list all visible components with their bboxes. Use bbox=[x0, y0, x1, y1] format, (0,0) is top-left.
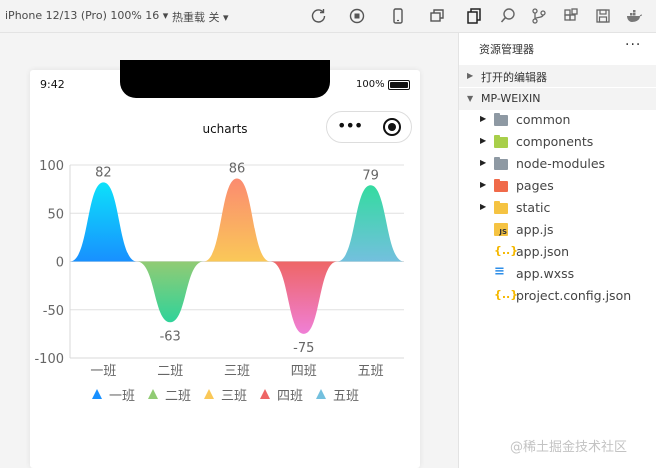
toolbar: iPhone 12/13 (Pro) 100% 16 ▾ 热重载 关 ▾ bbox=[0, 0, 656, 33]
project-section[interactable]: ▼ MP-WEIXIN bbox=[459, 88, 656, 110]
area-mark bbox=[203, 178, 271, 262]
legend-triangle-icon bbox=[316, 389, 326, 399]
extensions-icon[interactable] bbox=[562, 7, 580, 25]
x-tick-label: 四班 bbox=[291, 364, 317, 379]
legend-label: 五班 bbox=[333, 388, 360, 404]
save-icon[interactable] bbox=[594, 7, 612, 25]
y-tick-label: 100 bbox=[39, 159, 64, 174]
file-tree-label: pages bbox=[516, 178, 554, 193]
docker-icon[interactable] bbox=[625, 7, 643, 25]
legend-triangle-icon bbox=[204, 389, 214, 399]
js-file-icon: JS bbox=[494, 223, 508, 236]
file-tree-item[interactable]: ▶ pages bbox=[459, 175, 656, 197]
watermark: @稀土掘金技术社区 bbox=[510, 440, 628, 455]
file-tree-item[interactable]: {..} app.json bbox=[459, 241, 656, 263]
legend-label: 二班 bbox=[165, 388, 192, 404]
file-tree-item[interactable]: JS app.js bbox=[459, 219, 656, 241]
file-tree-item[interactable]: ▶ components bbox=[459, 131, 656, 153]
status-time: 9:42 bbox=[40, 78, 65, 91]
legend-label: 三班 bbox=[221, 388, 248, 404]
file-tree-label: common bbox=[516, 112, 571, 127]
file-tree-label: app.json bbox=[516, 244, 570, 259]
device-select[interactable]: iPhone 12/13 (Pro) 100% 16 ▾ bbox=[5, 9, 168, 22]
folder-icon bbox=[494, 135, 508, 148]
area-mark bbox=[270, 261, 338, 334]
file-tree-label: app.wxss bbox=[516, 266, 575, 281]
legend-item[interactable]: 四班 bbox=[260, 386, 304, 404]
chevron-down-icon: ▼ bbox=[467, 94, 474, 103]
legend-item[interactable]: 一班 bbox=[92, 386, 136, 404]
file-tree-item[interactable]: ▶ node-modules bbox=[459, 153, 656, 175]
y-tick-label: -100 bbox=[34, 352, 64, 367]
file-tree-item[interactable]: ▶ common bbox=[459, 109, 656, 131]
legend-item[interactable]: 三班 bbox=[204, 386, 248, 404]
area-mark bbox=[337, 185, 404, 262]
hot-reload-select[interactable]: 热重载 关 ▾ bbox=[172, 9, 229, 25]
search-icon[interactable] bbox=[499, 7, 517, 25]
legend-label: 四班 bbox=[277, 388, 304, 404]
file-tree-label: project.config.json bbox=[516, 288, 632, 303]
files-icon[interactable] bbox=[465, 7, 483, 25]
legend-triangle-icon bbox=[148, 389, 158, 399]
legend-label: 一班 bbox=[109, 388, 136, 404]
capsule-menu[interactable]: ••• bbox=[326, 111, 412, 143]
phone-icon[interactable] bbox=[389, 7, 407, 25]
more-dots-icon[interactable]: ••• bbox=[337, 116, 363, 135]
file-tree-label: components bbox=[516, 134, 594, 149]
area-chart: 100 50 0 -50 -100 82 一班 -63 二班 86 三班 -75 四班 79 五班 bbox=[34, 159, 404, 379]
file-tree-item[interactable]: {..} project.config.json bbox=[459, 285, 656, 307]
legend-item[interactable]: 五班 bbox=[316, 386, 360, 404]
stop-icon[interactable] bbox=[348, 7, 366, 25]
file-tree-item[interactable]: ▶ static bbox=[459, 197, 656, 219]
battery-percent: 100% bbox=[356, 79, 385, 90]
y-tick-label: 50 bbox=[47, 207, 64, 222]
explorer-panel: 资源管理器 ··· ▶ 打开的编辑器 ▼ MP-WEIXIN ▶ common ▶ c… bbox=[458, 33, 656, 468]
refresh-icon[interactable] bbox=[310, 7, 328, 25]
battery-icon bbox=[388, 80, 410, 90]
json-file-icon: {..} bbox=[494, 244, 519, 257]
folder-icon bbox=[494, 201, 508, 214]
legend-item[interactable]: 二班 bbox=[148, 386, 192, 404]
chevron-right-icon: ▶ bbox=[467, 71, 474, 80]
y-tick-label: -50 bbox=[43, 304, 64, 319]
area-mark bbox=[136, 261, 204, 323]
branch-icon[interactable] bbox=[530, 7, 548, 25]
file-tree-label: app.js bbox=[516, 222, 554, 237]
y-tick-label: 0 bbox=[56, 256, 64, 271]
x-tick-label: 五班 bbox=[358, 364, 384, 379]
area-mark bbox=[70, 182, 137, 262]
more-actions-icon[interactable]: ··· bbox=[625, 37, 641, 53]
folder-icon bbox=[494, 157, 508, 170]
folder-icon bbox=[494, 113, 508, 126]
data-label: -75 bbox=[293, 341, 314, 356]
phone-notch bbox=[120, 60, 330, 98]
file-tree-label: static bbox=[516, 200, 551, 215]
data-label: 82 bbox=[95, 165, 112, 180]
windows-icon[interactable] bbox=[428, 7, 446, 25]
data-label: -63 bbox=[160, 329, 181, 344]
data-label: 86 bbox=[229, 162, 246, 177]
open-editors-section[interactable]: ▶ 打开的编辑器 bbox=[459, 65, 656, 87]
explorer-title: 资源管理器 bbox=[479, 43, 534, 56]
chevron-right-icon[interactable]: ▶ bbox=[480, 114, 486, 123]
chevron-right-icon[interactable]: ▶ bbox=[480, 180, 486, 189]
folder-icon bbox=[494, 179, 508, 192]
close-miniprogram-icon[interactable] bbox=[383, 118, 401, 136]
file-tree-label: node-modules bbox=[516, 156, 606, 171]
page-title: ucharts bbox=[202, 122, 248, 136]
x-tick-label: 一班 bbox=[90, 364, 116, 379]
css-file-icon: ≡ bbox=[494, 264, 505, 279]
legend-triangle-icon bbox=[260, 389, 270, 399]
data-label: 79 bbox=[362, 168, 379, 183]
chevron-right-icon[interactable]: ▶ bbox=[480, 136, 486, 145]
json-file-icon: {..} bbox=[494, 288, 519, 301]
file-tree-item[interactable]: ≡ app.wxss bbox=[459, 263, 656, 285]
chevron-right-icon[interactable]: ▶ bbox=[480, 202, 486, 211]
x-tick-label: 三班 bbox=[224, 364, 250, 379]
legend-triangle-icon bbox=[92, 389, 102, 399]
chevron-right-icon[interactable]: ▶ bbox=[480, 158, 486, 167]
x-tick-label: 二班 bbox=[157, 364, 183, 379]
